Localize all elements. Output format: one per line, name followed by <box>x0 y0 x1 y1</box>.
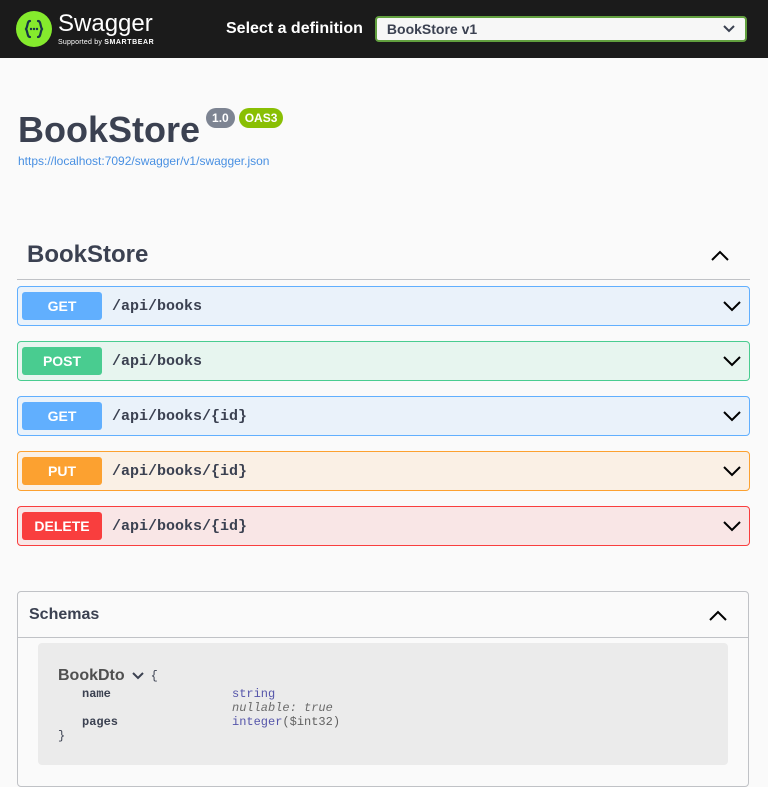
property-name: pages <box>82 715 119 729</box>
method-badge: DELETE <box>22 512 102 540</box>
schemas-section: Schemas BookDto { name string nullable: … <box>17 591 749 787</box>
operation-get-book-by-id[interactable]: GET /api/books/{id} <box>17 396 750 436</box>
property-name: name <box>82 687 111 701</box>
swagger-logo[interactable]: Swagger Supported by SMARTBEAR <box>16 11 216 47</box>
operation-path: /api/books/{id} <box>112 407 248 425</box>
chevron-down-icon[interactable] <box>721 350 743 372</box>
property-row: name string <box>58 687 708 701</box>
chevron-down-icon[interactable] <box>721 295 743 317</box>
chevron-down-icon[interactable] <box>721 460 743 482</box>
close-brace: } <box>58 729 66 743</box>
definition-select[interactable]: BookStore v1 <box>374 16 747 42</box>
method-badge: PUT <box>22 457 102 485</box>
method-badge: POST <box>22 347 102 375</box>
property-nullable: nullable: true <box>232 701 333 715</box>
topbar: Swagger Supported by SMARTBEAR Select a … <box>0 0 768 58</box>
operation-delete-book[interactable]: DELETE /api/books/{id} <box>17 506 750 546</box>
open-brace: { <box>150 669 158 683</box>
property-type: string <box>232 687 276 701</box>
swagger-braces-icon <box>16 11 52 47</box>
operation-path: /api/books/{id} <box>112 462 248 480</box>
property-type: integer($int32) <box>232 715 341 729</box>
chevron-down-icon <box>723 25 735 33</box>
spec-url-link[interactable]: https://localhost:7092/swagger/v1/swagge… <box>18 154 750 168</box>
method-badge: GET <box>22 292 102 320</box>
operation-post-books[interactable]: POST /api/books <box>17 341 750 381</box>
operation-get-books[interactable]: GET /api/books <box>17 286 750 326</box>
schemas-header[interactable]: Schemas <box>18 592 748 638</box>
version-badge: 1.0 <box>206 108 235 128</box>
tag-header[interactable]: BookStore <box>17 230 750 280</box>
definition-select-label: Select a definition <box>226 20 363 37</box>
tag-title: BookStore <box>27 240 149 268</box>
method-badge: GET <box>22 402 102 430</box>
property-row: pages integer($int32) <box>58 715 708 729</box>
property-table: name string nullable: true pages integer… <box>58 687 708 729</box>
api-title: BookStore <box>18 109 201 150</box>
api-info: BookStore 1.0 OAS3 https://localhost:709… <box>0 58 768 168</box>
operation-put-book[interactable]: PUT /api/books/{id} <box>17 451 750 491</box>
chevron-up-icon[interactable] <box>708 609 728 621</box>
schemas-title: Schemas <box>29 605 100 623</box>
property-row: nullable: true <box>58 701 708 715</box>
chevron-down-icon[interactable] <box>131 671 145 681</box>
model-bookdto: BookDto { name string nullable: true pag… <box>38 643 728 765</box>
tag-section: BookStore GET /api/books POST /api/books… <box>17 230 750 546</box>
operation-path: /api/books/{id} <box>112 517 248 535</box>
definition-select-value: BookStore v1 <box>386 21 478 37</box>
model-name[interactable]: BookDto <box>58 667 125 685</box>
chevron-up-icon[interactable] <box>710 249 730 261</box>
brand-name: Swagger <box>58 10 153 37</box>
chevron-down-icon[interactable] <box>721 405 743 427</box>
operation-path: /api/books <box>112 352 203 370</box>
oas-badge: OAS3 <box>238 108 284 128</box>
chevron-down-icon[interactable] <box>721 515 743 537</box>
brand-tagline: Supported by SMARTBEAR <box>58 39 155 46</box>
operation-path: /api/books <box>112 297 203 315</box>
